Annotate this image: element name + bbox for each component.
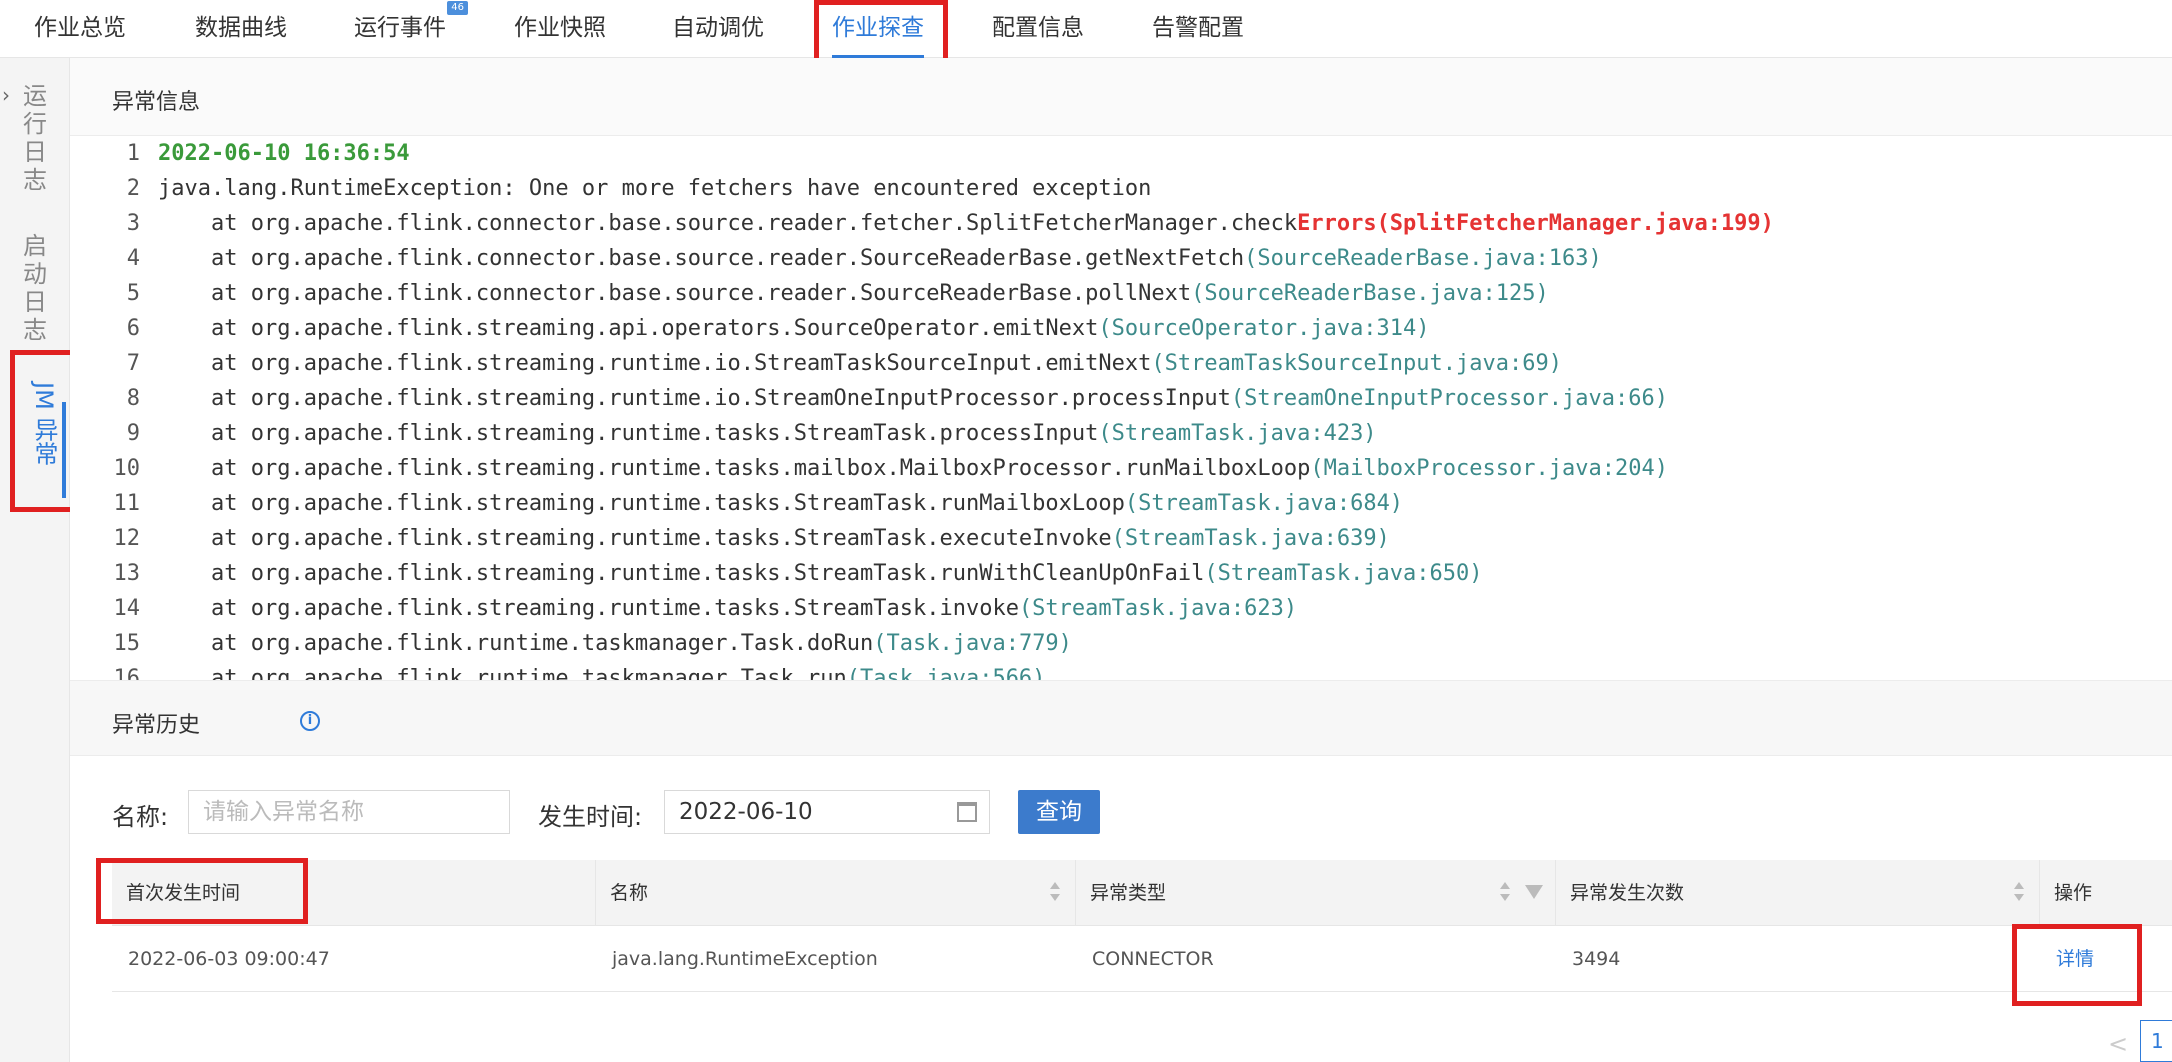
side-tab-start-log[interactable]: 启动日志: [20, 232, 50, 344]
date-value: 2022-06-10: [679, 799, 813, 825]
tab-job-snapshot[interactable]: 作业快照: [514, 0, 606, 58]
prev-page-button[interactable]: <: [2108, 1030, 2128, 1058]
page-1-button[interactable]: 1: [2140, 1020, 2172, 1062]
exception-info-header: 异常信息: [70, 58, 2172, 136]
col-name-label: 名称: [610, 882, 649, 904]
run-events-count-badge: 46: [447, 1, 468, 15]
exception-name-input[interactable]: 请输入异常名称: [188, 790, 510, 834]
code-line: 8 at org.apache.flink.streaming.runtime.…: [126, 386, 1668, 411]
code-line: 13 at org.apache.flink.streaming.runtime…: [113, 561, 1483, 586]
tab-data-curves[interactable]: 数据曲线: [195, 0, 287, 58]
exception-history-header: 异常历史 i: [70, 680, 2172, 756]
code-line: 1 2022-06-10 16:36:54: [126, 141, 410, 166]
exception-history-title: 异常历史: [112, 713, 201, 738]
code-line: 7 at org.apache.flink.streaming.runtime.…: [126, 351, 1562, 376]
code-line: 12 at org.apache.flink.streaming.runtime…: [113, 526, 1390, 551]
cell-type: CONNECTOR: [1092, 948, 1214, 970]
col-first-time[interactable]: 首次发生时间: [112, 860, 596, 926]
code-line: 9 at org.apache.flink.streaming.runtime.…: [126, 421, 1377, 446]
tab-job-diagnosis[interactable]: 作业探查: [832, 0, 924, 58]
code-line: 5 at org.apache.flink.connector.base.sou…: [126, 281, 1549, 306]
tab-config-info[interactable]: 配置信息: [992, 0, 1084, 58]
detail-link[interactable]: 详情: [2040, 926, 2094, 992]
filter-icon[interactable]: [1525, 885, 1543, 899]
active-indicator: [62, 402, 66, 498]
info-icon[interactable]: i: [300, 711, 320, 731]
sort-icon[interactable]: [1049, 882, 1061, 904]
code-line: 4 at org.apache.flink.connector.base.sou…: [126, 246, 1602, 271]
col-name[interactable]: 名称: [596, 860, 1076, 926]
col-type[interactable]: 异常类型: [1076, 860, 1556, 926]
time-filter-label: 发生时间:: [538, 803, 643, 831]
cell-first-time: 2022-06-03 09:00:47: [128, 948, 330, 970]
code-line: 10 at org.apache.flink.streaming.runtime…: [113, 456, 1668, 481]
code-line: 2 java.lang.RuntimeException: One or more…: [126, 176, 1152, 201]
tab-run-events[interactable]: 运行事件 46: [354, 0, 468, 58]
table-row: 2022-06-03 09:00:47 java.lang.RuntimeExc…: [112, 926, 2172, 992]
code-line: 16 at org.apache.flink.runtime.taskmanag…: [113, 666, 1046, 680]
col-count[interactable]: 异常发生次数: [1556, 860, 2040, 926]
chevron-right-icon[interactable]: ›: [2, 85, 20, 105]
sort-icon[interactable]: [1499, 882, 1511, 904]
side-vertical-tabs: › 运行日志 启动日志 JM 异常: [0, 58, 70, 1062]
col-action-label: 操作: [2054, 882, 2093, 904]
col-first-time-label: 首次发生时间: [126, 882, 241, 904]
tab-job-overview[interactable]: 作业总览: [34, 0, 126, 58]
occur-time-date-picker[interactable]: 2022-06-10: [664, 790, 990, 834]
side-tab-run-log[interactable]: 运行日志: [20, 82, 50, 194]
code-line: 11 at org.apache.flink.streaming.runtime…: [113, 491, 1404, 516]
tab-run-events-label: 运行事件: [354, 15, 446, 41]
exception-stacktrace: 1 2022-06-10 16:36:54 2 java.lang.RuntimeE…: [70, 136, 2172, 680]
cell-name: java.lang.RuntimeException: [612, 948, 878, 970]
query-button[interactable]: 查询: [1018, 790, 1100, 834]
code-line: 6 at org.apache.flink.streaming.api.oper…: [126, 316, 1430, 341]
name-filter-label: 名称:: [112, 803, 169, 831]
exception-info-title: 异常信息: [112, 90, 201, 115]
col-action: 操作: [2040, 860, 2172, 926]
tab-auto-tuning[interactable]: 自动调优: [672, 0, 764, 58]
code-line: 14 at org.apache.flink.streaming.runtime…: [113, 596, 1298, 621]
code-line: 15 at org.apache.flink.runtime.taskmanag…: [113, 631, 1072, 656]
col-count-label: 异常发生次数: [1570, 882, 1685, 904]
top-tab-bar: 作业总览 数据曲线 运行事件 46 作业快照 自动调优 作业探查 配置信息 告警…: [0, 0, 2172, 58]
sort-icon[interactable]: [2013, 882, 2025, 904]
col-type-label: 异常类型: [1090, 882, 1167, 904]
history-table-header: 首次发生时间 名称 异常类型 异常发生次数 操作: [112, 860, 2172, 926]
cell-count: 3494: [1572, 948, 1621, 970]
side-tab-jm-exception[interactable]: JM 异常: [18, 382, 58, 465]
tab-alert-config[interactable]: 告警配置: [1152, 0, 1244, 58]
calendar-icon: [957, 802, 977, 822]
code-line: 3 at org.apache.flink.connector.base.sou…: [126, 211, 1774, 236]
